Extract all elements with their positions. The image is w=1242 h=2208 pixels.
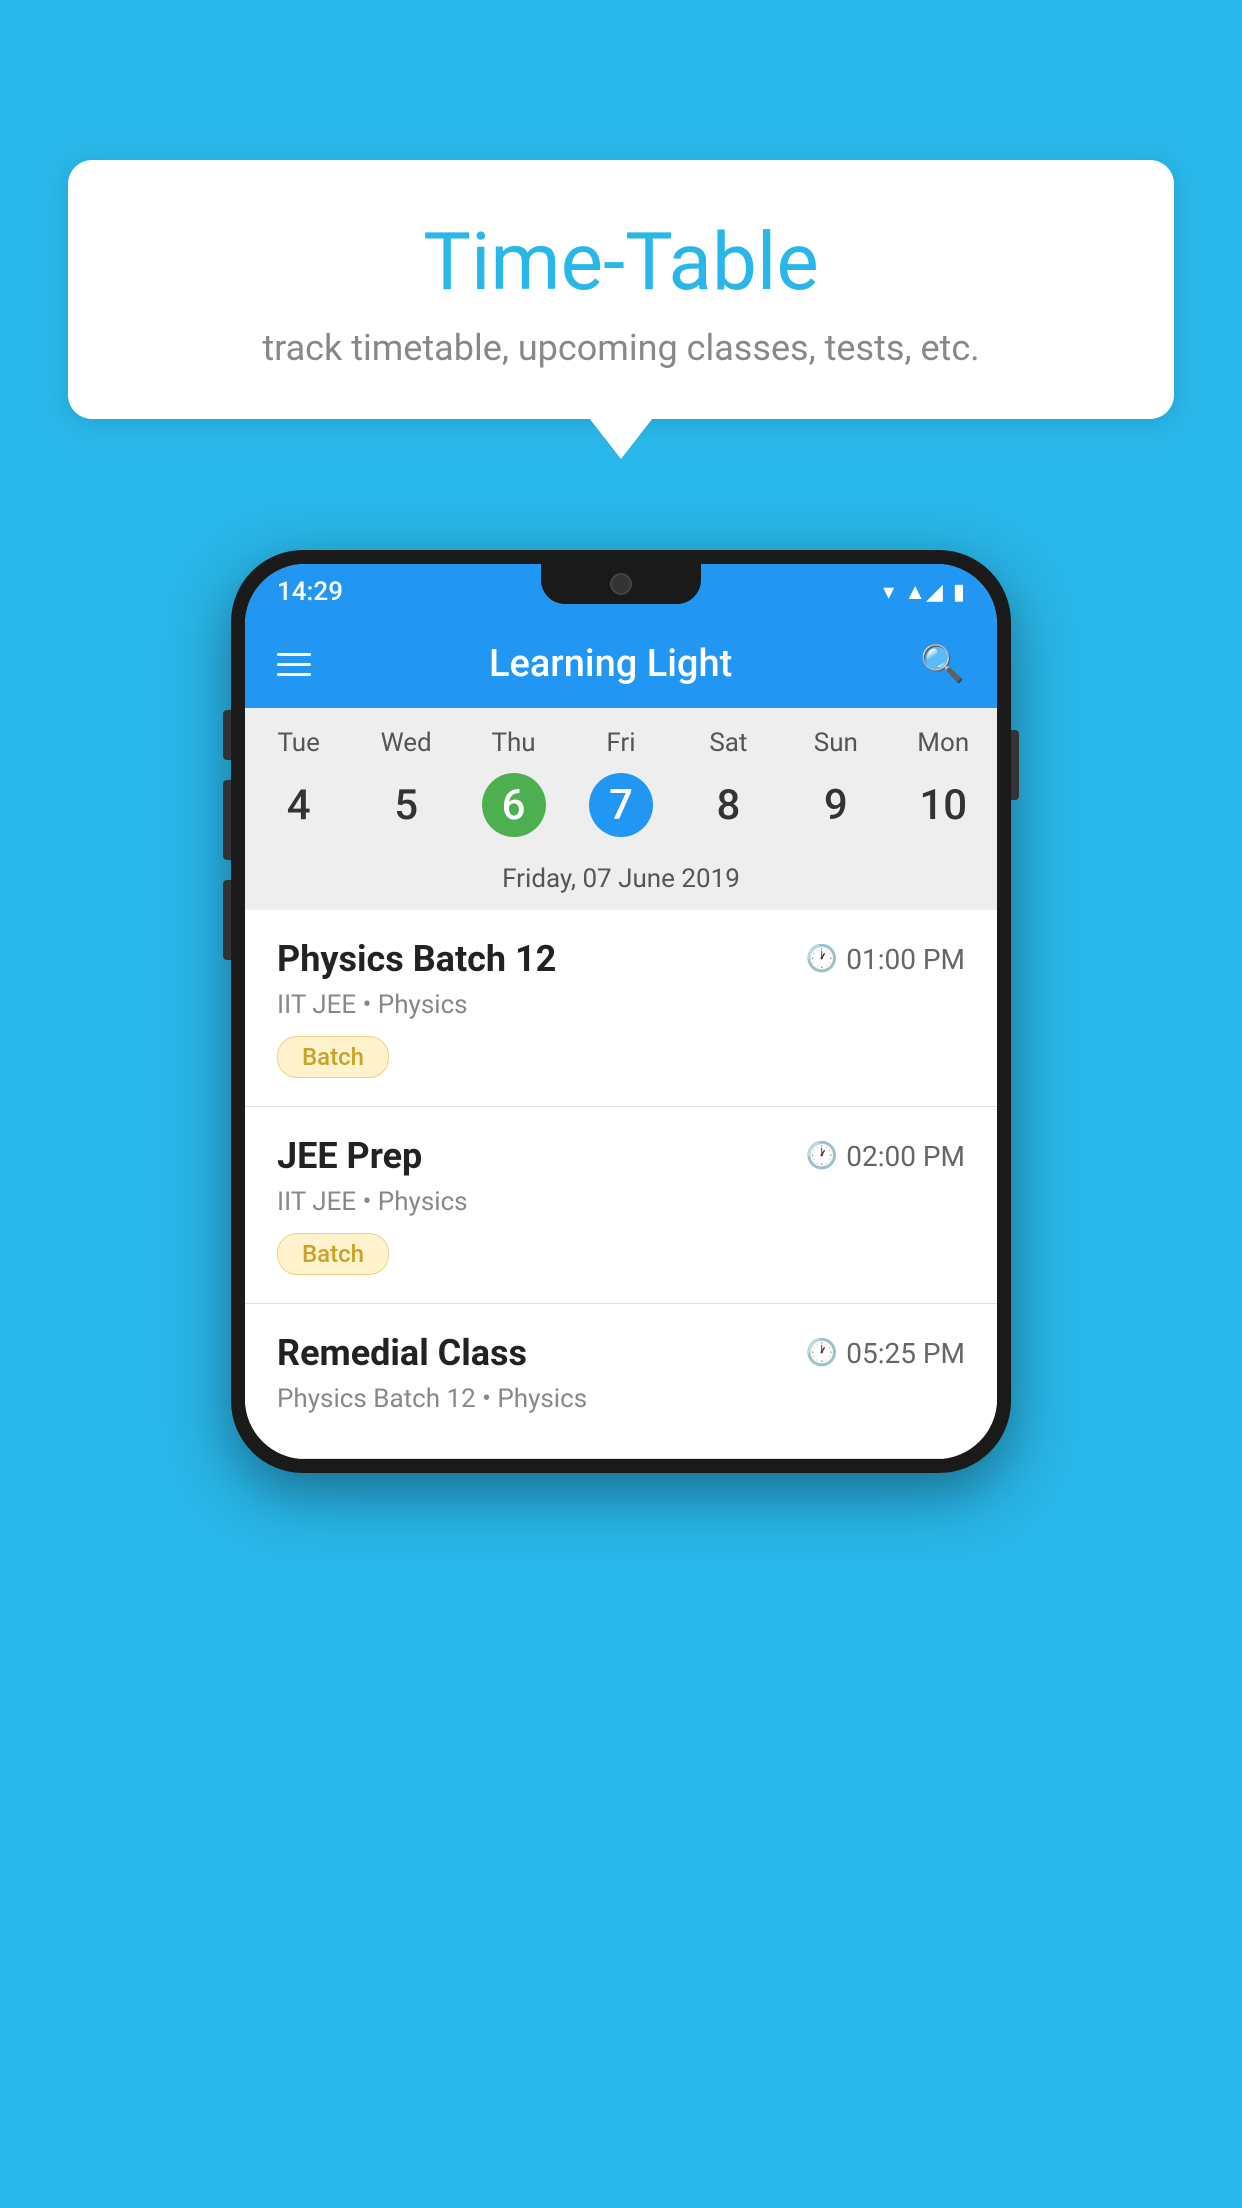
day-8[interactable]: 8 bbox=[675, 770, 782, 840]
today-circle: 6 bbox=[482, 773, 546, 837]
day-6-today[interactable]: 6 bbox=[460, 770, 567, 840]
day-5[interactable]: 5 bbox=[352, 770, 459, 840]
app-toolbar: Learning Light 🔍 bbox=[245, 620, 997, 708]
day-header-sat: Sat bbox=[675, 728, 782, 758]
day-4[interactable]: 4 bbox=[245, 770, 352, 840]
menu-line-2 bbox=[277, 663, 311, 666]
power-button bbox=[1011, 730, 1019, 800]
schedule-time-1: 🕐 01:00 PM bbox=[806, 943, 965, 976]
schedule-title-2: JEE Prep bbox=[277, 1135, 422, 1177]
menu-button[interactable] bbox=[277, 653, 311, 676]
tooltip-title: Time-Table bbox=[128, 215, 1114, 309]
day-numbers: 4 5 6 7 bbox=[245, 766, 997, 856]
schedule-item-header-2: JEE Prep 🕐 02:00 PM bbox=[277, 1135, 965, 1177]
schedule-subtitle-3: Physics Batch 12 • Physics bbox=[277, 1384, 965, 1414]
day-header-thu: Thu bbox=[460, 728, 567, 758]
volume-down-button bbox=[223, 880, 231, 960]
day-7-selected[interactable]: 7 bbox=[567, 770, 674, 840]
signal-icon: ▲◢ bbox=[904, 579, 943, 605]
day-header-wed: Wed bbox=[352, 728, 459, 758]
clock-icon-3: 🕐 bbox=[806, 1338, 838, 1368]
schedule-title-1: Physics Batch 12 bbox=[277, 938, 556, 980]
batch-badge-2: Batch bbox=[277, 1233, 389, 1275]
phone-mockup: 14:29 ▾ ▲◢ ▮ Learning Light 🔍 bbox=[231, 550, 1011, 1473]
schedule-title-3: Remedial Class bbox=[277, 1332, 527, 1374]
side-button-1 bbox=[223, 710, 231, 760]
clock-icon-1: 🕐 bbox=[806, 944, 838, 974]
schedule-time-2: 🕐 02:00 PM bbox=[806, 1140, 965, 1173]
phone-camera bbox=[610, 573, 632, 595]
menu-line-3 bbox=[277, 673, 311, 676]
schedule-list: Physics Batch 12 🕐 01:00 PM IIT JEE • Ph… bbox=[245, 910, 997, 1459]
calendar-week: Tue Wed Thu Fri Sat Sun Mon 4 5 bbox=[245, 708, 997, 910]
volume-up-button bbox=[223, 780, 231, 860]
schedule-subtitle-2: IIT JEE • Physics bbox=[277, 1187, 965, 1217]
schedule-item-header-3: Remedial Class 🕐 05:25 PM bbox=[277, 1332, 965, 1374]
schedule-item-physics-batch[interactable]: Physics Batch 12 🕐 01:00 PM IIT JEE • Ph… bbox=[245, 910, 997, 1107]
schedule-subtitle-1: IIT JEE • Physics bbox=[277, 990, 965, 1020]
status-icons: ▾ ▲◢ ▮ bbox=[883, 579, 965, 605]
day-headers: Tue Wed Thu Fri Sat Sun Mon bbox=[245, 708, 997, 766]
app-title: Learning Light bbox=[311, 642, 910, 686]
day-header-tue: Tue bbox=[245, 728, 352, 758]
schedule-time-3: 🕐 05:25 PM bbox=[806, 1337, 965, 1370]
day-9[interactable]: 9 bbox=[782, 770, 889, 840]
schedule-item-remedial[interactable]: Remedial Class 🕐 05:25 PM Physics Batch … bbox=[245, 1304, 997, 1459]
status-time: 14:29 bbox=[277, 577, 343, 607]
menu-line-1 bbox=[277, 653, 311, 656]
tooltip-card: Time-Table track timetable, upcoming cla… bbox=[68, 160, 1174, 419]
batch-badge-1: Batch bbox=[277, 1036, 389, 1078]
schedule-item-header-1: Physics Batch 12 🕐 01:00 PM bbox=[277, 938, 965, 980]
day-header-mon: Mon bbox=[890, 728, 997, 758]
clock-icon-2: 🕐 bbox=[806, 1141, 838, 1171]
day-header-sun: Sun bbox=[782, 728, 889, 758]
wifi-icon: ▾ bbox=[883, 580, 894, 605]
phone-screen: 14:29 ▾ ▲◢ ▮ Learning Light 🔍 bbox=[245, 564, 997, 1459]
schedule-item-jee-prep[interactable]: JEE Prep 🕐 02:00 PM IIT JEE • Physics Ba… bbox=[245, 1107, 997, 1304]
search-button[interactable]: 🔍 bbox=[920, 643, 965, 685]
selected-date-label: Friday, 07 June 2019 bbox=[245, 856, 997, 910]
phone-outer: 14:29 ▾ ▲◢ ▮ Learning Light 🔍 bbox=[231, 550, 1011, 1473]
selected-circle: 7 bbox=[589, 773, 653, 837]
phone-notch bbox=[541, 564, 701, 604]
battery-icon: ▮ bbox=[953, 580, 965, 605]
day-header-fri: Fri bbox=[567, 728, 674, 758]
day-10[interactable]: 10 bbox=[890, 770, 997, 840]
tooltip-subtitle: track timetable, upcoming classes, tests… bbox=[128, 327, 1114, 369]
